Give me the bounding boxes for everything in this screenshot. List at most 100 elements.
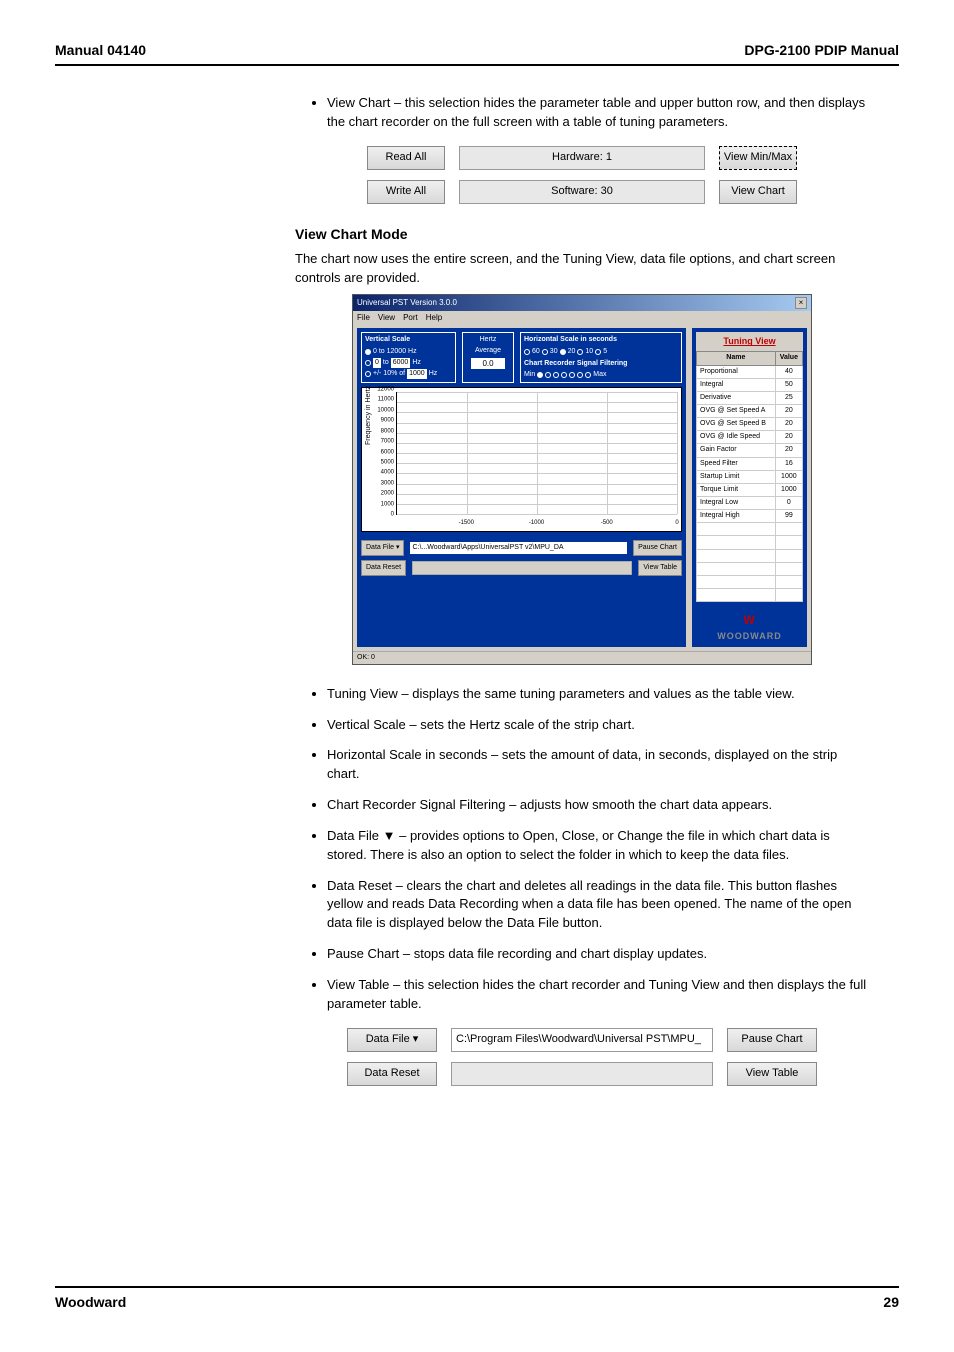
tuning-value: 20 [775,431,802,444]
hscale-10: 10 [585,347,593,357]
table-row[interactable]: Speed Filter16 [697,457,803,470]
vscale-pm: +/- 10% of [373,369,405,379]
table-row[interactable]: Gain Factor20 [697,444,803,457]
filter-title: Chart Recorder Signal Filtering [524,359,678,369]
filter-r5[interactable] [569,372,575,378]
hscale-20: 20 [568,347,576,357]
table-row[interactable]: Integral50 [697,378,803,391]
filter-r4[interactable] [561,372,567,378]
table-row [697,562,803,575]
software-label: Software: 30 [459,180,705,204]
header-left: Manual 04140 [55,40,146,60]
hscale-r5[interactable] [595,349,601,355]
tuning-name: Integral [697,378,776,391]
tuning-name: Derivative [697,391,776,404]
view-minmax-button[interactable]: View Min/Max [719,146,797,170]
filter-r6[interactable] [577,372,583,378]
table-row[interactable]: Proportional40 [697,365,803,378]
tuning-col-name: Name [697,352,776,365]
hscale-5: 5 [603,347,607,357]
status-blank [412,561,632,575]
tuning-value: 40 [775,365,802,378]
header-right: DPG-2100 PDIP Manual [744,40,899,60]
filter-r1[interactable] [537,372,543,378]
vscale-low-input[interactable]: 0 [373,358,381,368]
vscale-to: to [383,358,389,368]
footer-left: Woodward [55,1292,126,1312]
table-row[interactable]: Derivative25 [697,391,803,404]
blank-label [451,1062,713,1086]
data-file-button-2[interactable]: Data File ▾ [347,1028,437,1052]
view-chart-button[interactable]: View Chart [719,180,797,204]
tuning-col-value: Value [775,352,802,365]
hscale-r30[interactable] [542,349,548,355]
table-row[interactable]: Integral High99 [697,510,803,523]
view-table-button-2[interactable]: View Table [727,1062,817,1086]
menubar: File View Port Help [353,311,811,325]
hscale-r60[interactable] [524,349,530,355]
table-row [697,536,803,549]
hardware-label: Hardware: 1 [459,146,705,170]
vscale-radio-3[interactable] [365,371,371,377]
data-reset-button[interactable]: Data Reset [361,560,406,576]
logo-text: WOODWARD [696,630,803,643]
table-row [697,549,803,562]
hscale-r10[interactable] [577,349,583,355]
tuning-value: 99 [775,510,802,523]
pause-chart-button-2[interactable]: Pause Chart [727,1028,817,1052]
button-row-screenshot-2: Data File ▾ C:\Program Files\Woodward\Un… [347,1028,817,1086]
table-row[interactable]: Torque Limit1000 [697,483,803,496]
table-row[interactable]: OVG @ Set Speed A20 [697,405,803,418]
tuning-name: Speed Filter [697,457,776,470]
pause-chart-button[interactable]: Pause Chart [633,540,682,556]
chart-ylabel: Frequency in Hertz [364,386,374,445]
data-file-path: C:\...Woodward\Apps\UniversalPST v2\MPU_… [410,542,627,554]
vscale-radio-1[interactable] [365,349,371,355]
menu-port[interactable]: Port [403,312,418,324]
list-item: Horizontal Scale in seconds – sets the a… [327,746,869,784]
vscale-opt1: 0 to 12000 Hz [373,347,417,357]
tuning-panel: Tuning View Name Value Proportional40Int… [692,328,807,646]
vscale-hz2: Hz [429,369,438,379]
footer-right: 29 [883,1292,899,1312]
hscale-title: Horizontal Scale in seconds [524,335,678,345]
statusbar: OK: 0 [353,651,811,664]
data-reset-button-2[interactable]: Data Reset [347,1062,437,1086]
window-title: Universal PST Version 3.0.0 [357,297,457,309]
page-header: Manual 04140 DPG-2100 PDIP Manual [55,40,899,66]
tuning-value: 25 [775,391,802,404]
tuning-name: OVG @ Idle Speed [697,431,776,444]
table-row[interactable]: OVG @ Idle Speed20 [697,431,803,444]
view-table-button[interactable]: View Table [638,560,682,576]
tuning-name: Integral Low [697,497,776,510]
vscale-radio-2[interactable] [365,360,371,366]
menu-help[interactable]: Help [426,312,442,324]
hscale-60: 60 [532,347,540,357]
table-row [697,523,803,536]
table-row[interactable]: Integral Low0 [697,497,803,510]
table-row[interactable]: Startup Limit1000 [697,470,803,483]
hscale-r20[interactable] [560,349,566,355]
tuning-value: 20 [775,405,802,418]
filter-r2[interactable] [545,372,551,378]
list-item: Chart Recorder Signal Filtering – adjust… [327,796,869,815]
read-all-button[interactable]: Read All [367,146,445,170]
filter-min: Min [524,370,535,380]
filter-r3[interactable] [553,372,559,378]
list-item: Tuning View – displays the same tuning p… [327,685,869,704]
button-row-screenshot-1: Read All Hardware: 1 View Min/Max Write … [367,146,797,204]
tuning-name: OVG @ Set Speed A [697,405,776,418]
write-all-button[interactable]: Write All [367,180,445,204]
menu-view[interactable]: View [378,312,395,324]
filter-r7[interactable] [585,372,591,378]
table-row[interactable]: OVG @ Set Speed B20 [697,418,803,431]
vscale-pct-input[interactable]: 1000 [407,369,427,379]
list-item: Vertical Scale – sets the Hertz scale of… [327,716,869,735]
app-window: Universal PST Version 3.0.0 × File View … [352,294,812,665]
close-icon[interactable]: × [795,297,807,309]
tuning-table: Name Value Proportional40Integral50Deriv… [696,351,803,602]
menu-file[interactable]: File [357,312,370,324]
chart-xticks: -1500-1000-5000 [396,519,677,529]
vscale-high-input[interactable]: 6000 [391,358,411,368]
data-file-button[interactable]: Data File ▾ [361,540,404,556]
